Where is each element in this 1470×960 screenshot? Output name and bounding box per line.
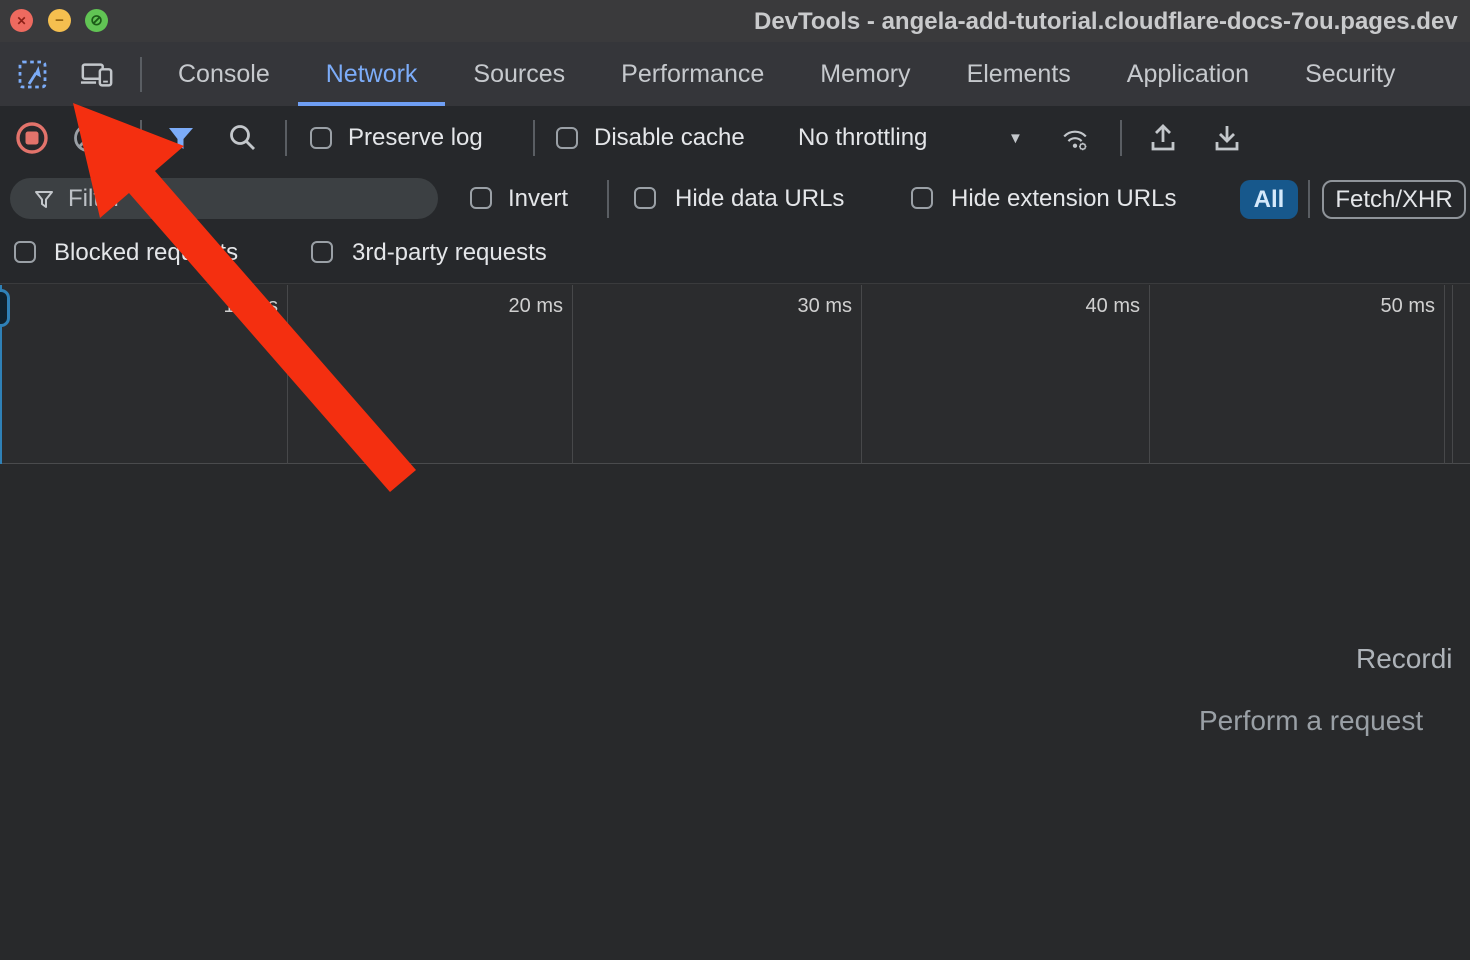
disable-cache-checkbox[interactable] [556,127,578,149]
clear-network-log-icon[interactable] [71,121,105,155]
toolbar-separator [1120,120,1122,156]
timeline-gridline [1444,285,1445,464]
toolbar-separator [285,120,287,156]
tab-console[interactable]: Console [150,42,298,106]
perform-request-hint-text: Perform a request [1199,705,1423,737]
network-toolbar: Preserve log Disable cache No throttling… [0,106,1470,170]
chevron-down-icon[interactable]: ▼ [1008,130,1023,147]
timeline-gridline [1452,285,1453,464]
minimize-window-button[interactable]: − [48,9,71,32]
tab-memory[interactable]: Memory [792,42,938,106]
timeline-tick-label: 30 ms [798,295,852,318]
network-filter-bar: Invert Hide data URLs Hide extension URL… [0,170,1470,227]
timeline-gridline [1149,285,1150,464]
toolbar-separator [533,120,535,156]
devtools-window: ✕ − ⊘ DevTools - angela-add-tutorial.clo… [0,0,1470,960]
title-bar: ✕ − ⊘ DevTools - angela-add-tutorial.clo… [0,0,1470,42]
export-har-icon[interactable] [1210,121,1244,155]
record-stop-icon[interactable] [15,121,49,155]
import-har-icon[interactable] [1146,121,1180,155]
tab-sources[interactable]: Sources [445,42,593,106]
blocked-requests-label: Blocked requests [54,239,238,267]
filter-fetch-xhr-button[interactable]: Fetch/XHR [1322,180,1466,219]
disable-cache-label: Disable cache [594,124,745,152]
network-conditions-icon[interactable] [1058,121,1092,155]
tab-elements[interactable]: Elements [939,42,1099,106]
throttling-select[interactable]: No throttling [798,124,927,152]
blocked-requests-checkbox[interactable] [14,241,36,263]
network-overview-timeline[interactable]: 10 ms 20 ms 30 ms 40 ms 50 ms [0,283,1470,464]
hide-extension-urls-label: Hide extension URLs [951,185,1176,213]
tab-security[interactable]: Security [1277,42,1423,106]
timeline-gridline [572,285,573,464]
invert-label: Invert [508,185,568,213]
invert-checkbox[interactable] [470,187,492,209]
close-window-button[interactable]: ✕ [10,9,33,32]
hide-extension-urls-checkbox[interactable] [911,187,933,209]
funnel-icon [32,187,56,211]
window-title: DevTools - angela-add-tutorial.cloudflar… [754,8,1458,36]
filter-toggle-icon[interactable] [164,121,198,155]
filter-all-button[interactable]: All [1240,180,1298,219]
filterbar-separator [607,180,609,218]
preserve-log-label: Preserve log [348,124,483,152]
timeline-tick-label: 10 ms [224,295,278,318]
third-party-requests-label: 3rd-party requests [352,239,547,267]
hide-data-urls-label: Hide data URLs [675,185,844,213]
timeline-tick-label: 40 ms [1086,295,1140,318]
tab-application[interactable]: Application [1099,42,1277,106]
requests-table-area[interactable]: Recordi Perform a request [0,464,1470,960]
device-toolbar-icon[interactable] [80,58,114,92]
timeline-tick-label: 20 ms [509,295,563,318]
timeline-tick-label: 50 ms [1381,295,1435,318]
filterbar-separator [1308,180,1310,218]
request-filters-row: Blocked requests 3rd-party requests [0,227,1470,283]
devtools-tab-bar: Console Network Sources Performance Memo… [0,42,1470,106]
timeline-gridline [287,285,288,464]
inspect-element-icon[interactable] [16,58,50,92]
filter-input[interactable] [68,185,420,213]
tabbar-separator [140,57,142,92]
recording-status-text: Recordi [1356,643,1452,675]
tab-performance[interactable]: Performance [593,42,792,106]
preserve-log-checkbox[interactable] [310,127,332,149]
timeline-gridline [861,285,862,464]
panel-tabs: Console Network Sources Performance Memo… [150,42,1423,106]
filter-input-container [10,178,438,219]
hide-data-urls-checkbox[interactable] [634,187,656,209]
search-icon[interactable] [226,121,260,155]
toolbar-separator [140,120,142,156]
tab-network[interactable]: Network [298,42,446,106]
zoom-window-button[interactable]: ⊘ [85,9,108,32]
overview-drag-handle[interactable] [0,289,10,327]
third-party-requests-checkbox[interactable] [311,241,333,263]
